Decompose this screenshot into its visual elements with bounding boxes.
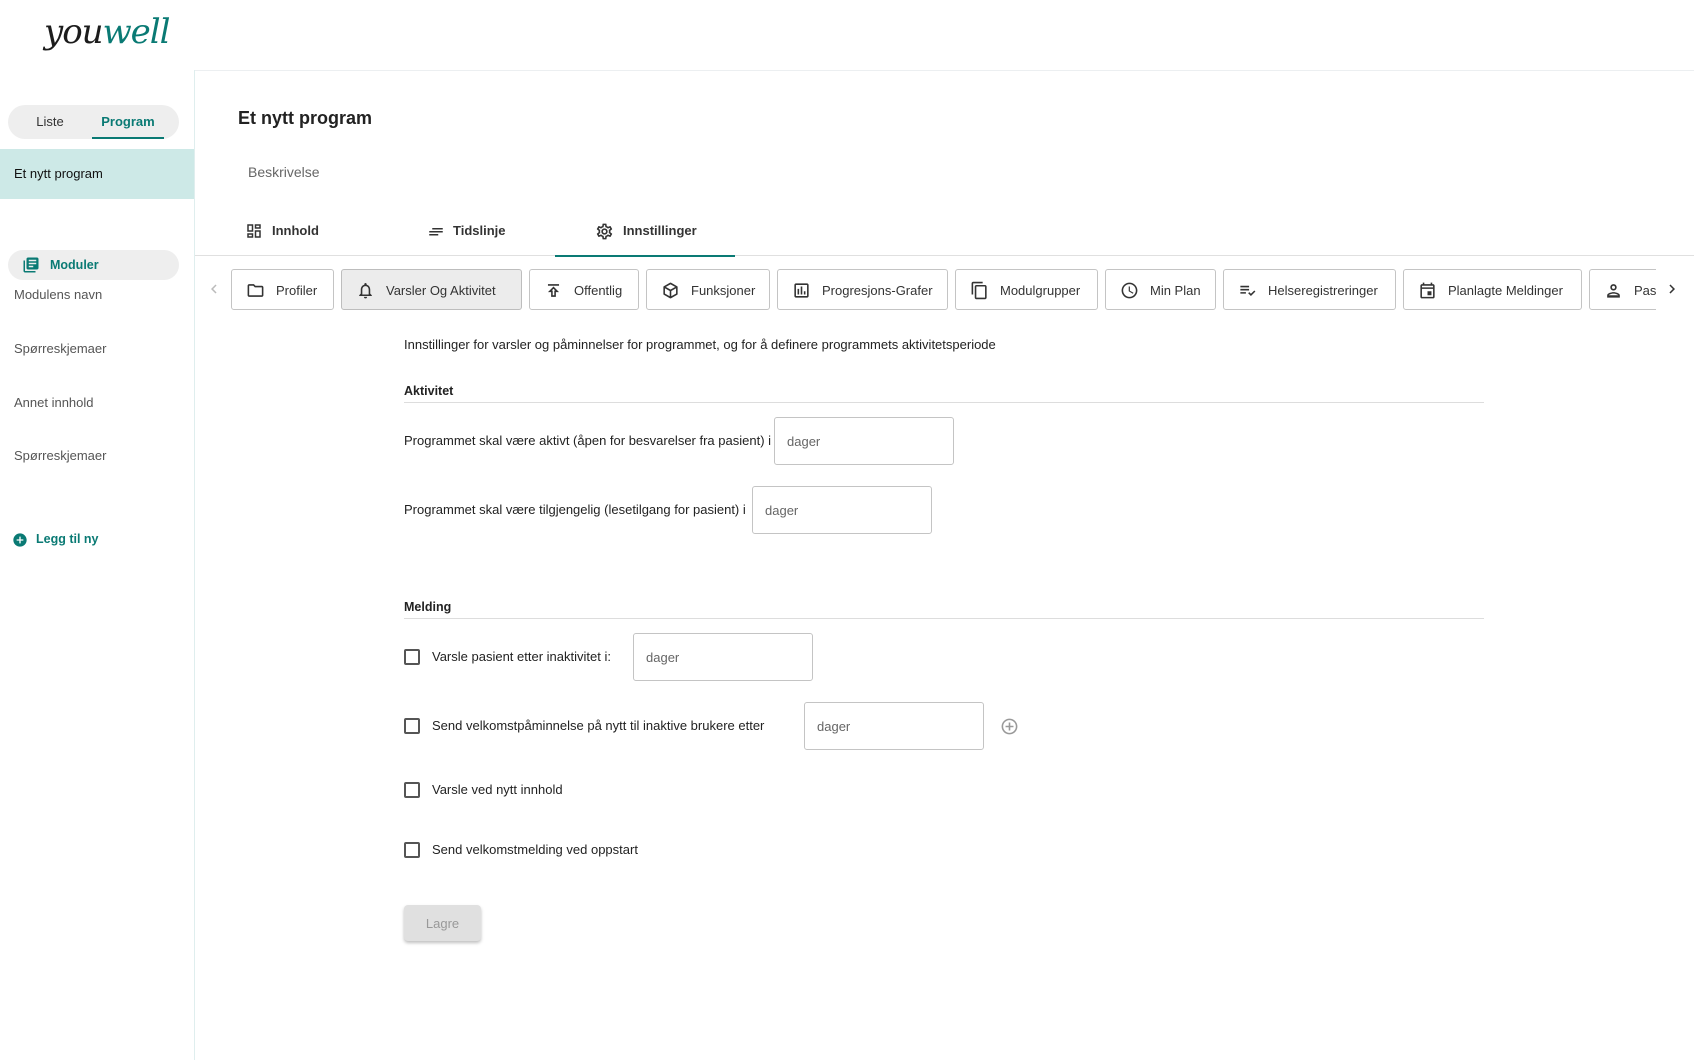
- inactivity-checkbox[interactable]: [404, 649, 420, 665]
- description-field[interactable]: Beskrivelse: [248, 164, 320, 180]
- reminder-days-input[interactable]: [804, 702, 984, 750]
- folder-icon: [247, 284, 264, 297]
- clock-icon: [1121, 282, 1138, 299]
- calendar-icon: [1420, 282, 1435, 299]
- chip-helseregistreringer-label: Helseregistreringer: [1268, 283, 1378, 298]
- sidebar-item-modulens-navn[interactable]: Modulens navn: [14, 287, 102, 302]
- add-new-label: Legg til ny: [36, 532, 99, 546]
- chevron-left-icon[interactable]: [205, 280, 223, 298]
- available-period-label: Programmet skal være tilgjengelig (leset…: [404, 502, 746, 517]
- chip-progresjons-grafer[interactable]: Progresjons-Grafer: [777, 269, 948, 310]
- lines-icon: [429, 228, 443, 236]
- logo-part-you: you: [44, 12, 104, 52]
- view-toggle: Liste Program: [8, 105, 179, 139]
- add-new-button[interactable]: Legg til ny: [12, 530, 99, 548]
- chip-profiler-label: Profiler: [276, 283, 318, 298]
- sidebar-item-sporreskjemaer-2[interactable]: Spørreskjemaer: [14, 448, 106, 463]
- settings-intro-text: Innstillinger for varsler og påminnelser…: [404, 337, 996, 352]
- inactivity-label: Varsle pasient etter inaktivitet i:: [432, 649, 611, 664]
- chevron-right-icon[interactable]: [1663, 280, 1681, 298]
- active-days-input[interactable]: [774, 417, 954, 465]
- dashboard-icon: [247, 224, 261, 238]
- chip-planlagte-meldinger[interactable]: Planlagte Meldinger: [1403, 269, 1582, 310]
- chip-pasienter[interactable]: Pasienter: [1589, 269, 1656, 310]
- person-icon: [1607, 284, 1620, 298]
- sidebar-item-sporreskjemaer[interactable]: Spørreskjemaer: [14, 341, 106, 356]
- edit-list-icon: [1240, 285, 1256, 297]
- chips-scroller: Profiler Varsler Og Aktivitet Offentlig …: [231, 268, 1656, 312]
- welcome-checkbox[interactable]: [404, 842, 420, 858]
- tab-bar: Innhold Tidslinje Innstillinger: [195, 208, 1694, 257]
- sidebar-selected-program[interactable]: Et nytt program: [0, 149, 194, 199]
- melding-divider: [404, 618, 1484, 619]
- new-content-label: Varsle ved nytt innhold: [432, 782, 563, 797]
- welcome-label: Send velkomstmelding ved oppstart: [432, 842, 638, 857]
- sidebar: Liste Program Et nytt program Moduler Mo…: [0, 70, 195, 1060]
- melding-heading: Melding: [404, 600, 452, 614]
- chip-profiler[interactable]: Profiler: [231, 269, 334, 310]
- tab-tidslinje[interactable]: Tidslinje: [417, 208, 547, 256]
- reminder-checkbox[interactable]: [404, 718, 420, 734]
- reminder-label: Send velkomstpåminnelse på nytt til inak…: [432, 718, 765, 733]
- tab-innstillinger-label: Innstillinger: [623, 223, 697, 238]
- aktivitet-divider: [404, 402, 1484, 403]
- chip-varsler-og-aktivitet[interactable]: Varsler Og Aktivitet: [341, 269, 522, 310]
- chip-offentlig-label: Offentlig: [574, 283, 623, 298]
- chip-modulgrupper-label: Modulgrupper: [1000, 283, 1081, 298]
- settings-chip-row: Profiler Varsler Og Aktivitet Offentlig …: [205, 268, 1675, 312]
- moduler-label: Moduler: [50, 258, 99, 272]
- chip-pasienter-label: Pasienter: [1634, 283, 1656, 298]
- aktivitet-heading: Aktivitet: [404, 384, 454, 398]
- chip-planlagte-meldinger-label: Planlagte Meldinger: [1448, 283, 1563, 298]
- add-circle-icon: [13, 533, 27, 547]
- chip-min-plan-label: Min Plan: [1150, 283, 1201, 298]
- tab-innhold-label: Innhold: [272, 223, 319, 238]
- page-title: Et nytt program: [238, 108, 373, 128]
- bell-icon: [359, 282, 372, 299]
- chip-varsler-label: Varsler Og Aktivitet: [386, 283, 496, 298]
- chip-offentlig[interactable]: Offentlig: [529, 269, 639, 310]
- chip-min-plan[interactable]: Min Plan: [1105, 269, 1216, 310]
- moduler-button[interactable]: Moduler: [8, 250, 179, 280]
- add-circle-outline-icon[interactable]: [1000, 717, 1019, 736]
- chip-funksjoner-label: Funksjoner: [691, 283, 756, 298]
- chip-helseregistreringer[interactable]: Helseregistreringer: [1223, 269, 1396, 310]
- chip-progresjons-grafer-label: Progresjons-Grafer: [822, 283, 933, 298]
- bar-chart-icon: [794, 283, 809, 298]
- tab-innstillinger[interactable]: Innstillinger: [555, 208, 735, 257]
- library-icon: [23, 257, 39, 273]
- chip-modulgrupper[interactable]: Modulgrupper: [955, 269, 1098, 310]
- header-divider: [195, 70, 1694, 71]
- youwell-logo: youwell: [44, 12, 171, 56]
- new-content-checkbox[interactable]: [404, 782, 420, 798]
- available-days-input[interactable]: [752, 486, 932, 534]
- toggle-program[interactable]: Program: [84, 105, 172, 139]
- sidebar-item-annet-innhold[interactable]: Annet innhold: [14, 395, 94, 410]
- gear-icon: [596, 223, 613, 240]
- publish-icon: [547, 284, 560, 297]
- logo-part-well: well: [102, 12, 171, 52]
- chip-funksjoner[interactable]: Funksjoner: [646, 269, 770, 310]
- tab-innhold[interactable]: Innhold: [235, 208, 365, 256]
- copy-icon: [971, 281, 987, 300]
- tab-tidslinje-label: Tidslinje: [453, 223, 506, 238]
- save-button[interactable]: Lagre: [404, 905, 481, 941]
- toggle-liste[interactable]: Liste: [16, 105, 84, 139]
- cube-icon: [663, 282, 678, 299]
- active-period-label: Programmet skal være aktivt (åpen for be…: [404, 433, 772, 448]
- inactivity-days-input[interactable]: [633, 633, 813, 681]
